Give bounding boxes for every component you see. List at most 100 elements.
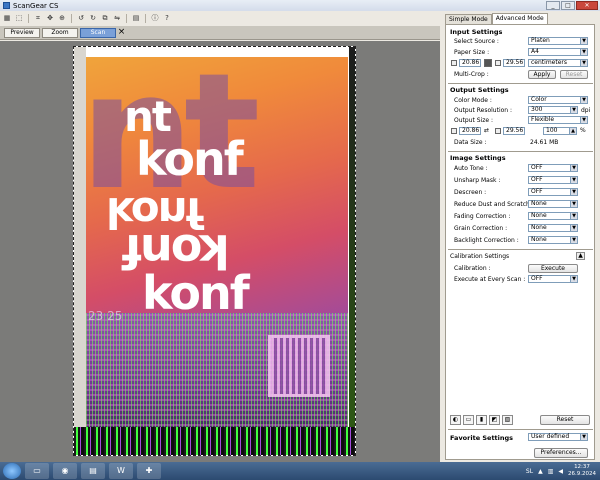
resolution-unit: dpi bbox=[581, 107, 591, 114]
execute-every-scan-value: OFF bbox=[531, 275, 543, 282]
file-explorer-icon[interactable]: ▭ bbox=[25, 463, 49, 479]
descreen-label: Descreen : bbox=[454, 189, 487, 196]
output-resolution-label: Output Resolution : bbox=[454, 107, 513, 114]
help-icon[interactable]: ? bbox=[162, 13, 172, 23]
output-size-label: Output Size : bbox=[454, 117, 493, 124]
final-review-icon[interactable]: ◩ bbox=[489, 415, 500, 425]
fading-correction-dropdown[interactable]: None ▼ bbox=[528, 212, 578, 220]
divider bbox=[448, 429, 593, 430]
chevron-down-icon: ▼ bbox=[580, 60, 587, 66]
favorite-settings-dropdown[interactable]: User defined ▼ bbox=[528, 433, 588, 441]
execute-every-scan-label: Execute at Every Scan : bbox=[454, 276, 526, 283]
tray-arrow-icon[interactable]: ▲ bbox=[538, 468, 543, 475]
wps-office-icon[interactable]: W bbox=[109, 463, 133, 479]
preview-area[interactable]: nt nt konf konf konf konf 23 25 bbox=[0, 41, 440, 462]
collapse-icon[interactable]: ▲ bbox=[576, 252, 585, 260]
clock-date: 26.9.2024 bbox=[568, 471, 596, 477]
advanced-mode-panel: Input Settings Select Source : Platen ▼ P… bbox=[445, 24, 595, 460]
close-window-button[interactable]: ✕ bbox=[576, 1, 598, 10]
clear-crop-button[interactable]: × bbox=[117, 28, 126, 38]
scangear-app-icon bbox=[3, 2, 10, 9]
select-source-dropdown[interactable]: Platen ▼ bbox=[528, 37, 588, 45]
crop-frame[interactable]: nt nt konf konf konf konf 23 25 bbox=[73, 46, 356, 456]
zoom-icon[interactable]: ⊕ bbox=[57, 13, 67, 23]
chrome-icon[interactable]: ◉ bbox=[53, 463, 77, 479]
unit-dropdown[interactable]: centimeters ▼ bbox=[528, 59, 588, 67]
scan-button[interactable]: Scan bbox=[80, 28, 116, 38]
divider bbox=[448, 83, 593, 84]
apply-button[interactable]: Apply bbox=[528, 70, 556, 79]
maximize-button[interactable]: □ bbox=[561, 1, 575, 10]
backlight-correction-dropdown[interactable]: None ▼ bbox=[528, 236, 578, 244]
auto-tone-dropdown[interactable]: OFF ▼ bbox=[528, 164, 578, 172]
window-title: ScanGear CS bbox=[13, 1, 59, 10]
toolbar-separator bbox=[28, 13, 29, 23]
thumbnail-icon[interactable]: ▦ bbox=[2, 13, 12, 23]
height-icon bbox=[495, 128, 501, 134]
tone-curve-icon[interactable]: ▮ bbox=[476, 415, 487, 425]
auto-tone-value: OFF bbox=[531, 164, 543, 171]
output-width-field[interactable]: 20.86 bbox=[459, 127, 481, 135]
histogram-icon[interactable]: ▭ bbox=[463, 415, 474, 425]
volume-icon[interactable]: ◀ bbox=[558, 468, 563, 475]
output-settings-title: Output Settings bbox=[450, 86, 509, 94]
taskbar: ▭ ◉ ▤ W ✚ SL ▲ ▥ ◀ 12:37 26.9.2024 bbox=[0, 462, 600, 480]
toolbar: ▦ ⬚ ⌗ ✥ ⊕ ↺ ↻ ⧉ ⇋ ▤ ⓘ ? bbox=[0, 12, 440, 24]
output-height-field[interactable]: 29.56 bbox=[503, 127, 525, 135]
aspect-lock-icon[interactable] bbox=[484, 59, 492, 67]
clock[interactable]: 12:37 26.9.2024 bbox=[568, 464, 596, 478]
dust-scratches-dropdown[interactable]: None ▼ bbox=[528, 200, 578, 208]
zoom-button[interactable]: Zoom bbox=[42, 28, 78, 38]
toolbar-separator bbox=[71, 13, 72, 23]
qr-code bbox=[268, 335, 330, 397]
threshold-icon[interactable]: ▧ bbox=[502, 415, 513, 425]
unsharp-mask-dropdown[interactable]: OFF ▼ bbox=[528, 176, 578, 184]
network-icon[interactable]: ▥ bbox=[548, 468, 554, 475]
paper-size-dropdown[interactable]: A4 ▼ bbox=[528, 48, 588, 56]
dust-scratches-value: None bbox=[531, 200, 547, 207]
grain-correction-value: None bbox=[531, 224, 547, 231]
color-mode-dropdown[interactable]: Color ▼ bbox=[528, 96, 588, 104]
unit-value: centimeters bbox=[531, 59, 567, 66]
rotate-right-icon[interactable]: ↻ bbox=[88, 13, 98, 23]
tab-advanced-mode[interactable]: Advanced Mode bbox=[491, 13, 548, 24]
scale-field[interactable]: 100 ▲ bbox=[543, 127, 577, 135]
preferences-button[interactable]: Preferences... bbox=[534, 448, 588, 458]
scangear-window: ScanGear CS _ □ ✕ ▦ ⬚ ⌗ ✥ ⊕ ↺ ↻ ⧉ ⇋ ▤ ⓘ … bbox=[0, 0, 600, 462]
title-bar: ScanGear CS _ □ ✕ bbox=[0, 0, 600, 11]
input-settings-title: Input Settings bbox=[450, 28, 503, 36]
unsharp-mask-value: OFF bbox=[531, 176, 543, 183]
reset-button[interactable]: Reset bbox=[540, 415, 590, 425]
execute-every-scan-dropdown[interactable]: OFF ▼ bbox=[528, 275, 578, 283]
preview-button[interactable]: Preview bbox=[4, 28, 40, 38]
output-size-dropdown[interactable]: Flexible ▼ bbox=[528, 116, 588, 124]
crop-icon[interactable]: ⌗ bbox=[33, 13, 43, 23]
app-icon[interactable]: ✚ bbox=[137, 463, 161, 479]
chevron-down-icon: ▼ bbox=[580, 49, 587, 55]
start-button[interactable] bbox=[3, 463, 21, 479]
input-height-field[interactable]: 29.56 bbox=[503, 59, 525, 67]
mirror-icon[interactable]: ⇋ bbox=[112, 13, 122, 23]
minimize-button[interactable]: _ bbox=[546, 1, 560, 10]
scanner-app-icon[interactable]: ▤ bbox=[81, 463, 105, 479]
language-indicator[interactable]: SL bbox=[526, 468, 533, 475]
resolution-value: 300 bbox=[531, 106, 543, 113]
tab-simple-mode[interactable]: Simple Mode bbox=[445, 14, 492, 24]
unsharp-mask-label: Unsharp Mask : bbox=[454, 177, 501, 184]
chevron-down-icon: ▼ bbox=[570, 189, 577, 195]
reset-crop-button[interactable]: Reset bbox=[560, 70, 588, 79]
input-width-field[interactable]: 20.86 bbox=[459, 59, 481, 67]
select-icon[interactable]: ⬚ bbox=[14, 13, 24, 23]
auto-crop-icon[interactable]: ⧉ bbox=[100, 13, 110, 23]
grid-icon[interactable]: ▤ bbox=[131, 13, 141, 23]
brightness-contrast-icon[interactable]: ◐ bbox=[450, 415, 461, 425]
execute-button[interactable]: Execute bbox=[528, 264, 578, 273]
info-icon[interactable]: ⓘ bbox=[150, 13, 160, 23]
grain-correction-dropdown[interactable]: None ▼ bbox=[528, 224, 578, 232]
descreen-dropdown[interactable]: OFF ▼ bbox=[528, 188, 578, 196]
move-icon[interactable]: ✥ bbox=[45, 13, 55, 23]
rotate-left-icon[interactable]: ↺ bbox=[76, 13, 86, 23]
scan-artifact-band bbox=[74, 427, 355, 455]
spinner-icon[interactable]: ▲ bbox=[569, 128, 576, 134]
resolution-dropdown[interactable]: 300 ▼ bbox=[528, 106, 578, 114]
